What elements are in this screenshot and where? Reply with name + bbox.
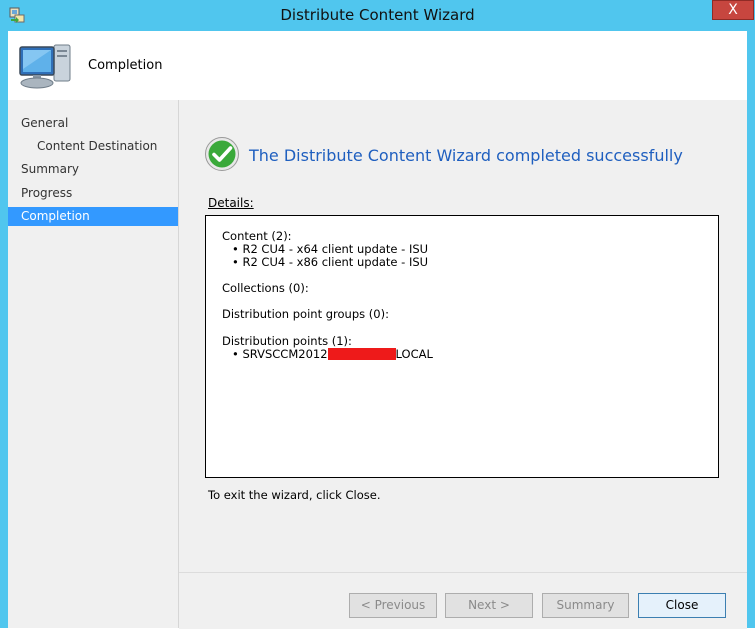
wizard-content: The Distribute Content Wizard completed … <box>179 100 747 572</box>
dp-groups-heading: Distribution point groups (0): <box>222 307 389 321</box>
details-label-text: Details: <box>208 196 254 210</box>
wizard-header: Completion <box>8 31 747 101</box>
nav-item-label: Progress <box>21 186 73 200</box>
wizard-nav: General Content Destination Summary Prog… <box>8 100 179 628</box>
nav-item-label: Content Destination <box>37 139 158 153</box>
computer-icon <box>19 44 71 89</box>
nav-item-progress[interactable]: Progress <box>8 184 178 203</box>
close-button[interactable]: Close <box>638 593 726 618</box>
collections-heading: Collections (0): <box>222 281 309 295</box>
redaction-block <box>327 348 396 360</box>
window-border-left <box>0 31 8 628</box>
dp-item-prefix: SRVSCCM2012 <box>242 347 328 361</box>
previous-button[interactable]: < Previous <box>349 593 437 618</box>
window-border-right <box>747 31 755 628</box>
nav-item-label: Summary <box>21 162 79 176</box>
success-checkmark-icon <box>205 137 239 171</box>
next-button[interactable]: Next > <box>445 593 533 618</box>
content-item-text: R2 CU4 - x86 client update - ISU <box>242 255 429 269</box>
nav-item-label: General <box>21 116 69 130</box>
summary-button[interactable]: Summary <box>542 593 629 618</box>
success-message: The Distribute Content Wizard completed … <box>249 146 683 165</box>
button-bar: < Previous Next > Summary Close <box>179 572 747 629</box>
details-label: Details: <box>208 196 254 210</box>
nav-item-general[interactable]: General <box>8 114 178 133</box>
window-close-button[interactable]: X <box>712 0 754 20</box>
details-textbox[interactable]: Content (2): • R2 CU4 - x64 client updat… <box>205 215 719 478</box>
content-item: • R2 CU4 - x86 client update - ISU <box>232 255 429 269</box>
header-title: Completion <box>88 58 163 73</box>
nav-item-label: Completion <box>21 209 90 223</box>
exit-instructions: To exit the wizard, click Close. <box>208 488 381 502</box>
content-item-text: R2 CU4 - x64 client update - ISU <box>242 242 429 256</box>
nav-item-content-destination[interactable]: Content Destination <box>8 137 178 156</box>
title-bar: Distribute Content Wizard X <box>0 0 755 31</box>
nav-item-completion[interactable]: Completion <box>8 207 178 226</box>
dp-item-suffix: LOCAL <box>395 347 433 361</box>
nav-item-summary[interactable]: Summary <box>8 160 178 179</box>
dp-item: • SRVSCCM2012 LOCAL <box>232 347 433 361</box>
window-title: Distribute Content Wizard <box>280 6 475 24</box>
